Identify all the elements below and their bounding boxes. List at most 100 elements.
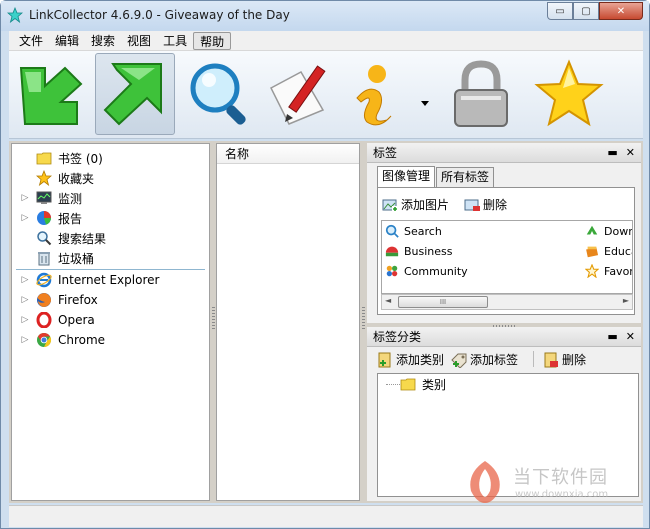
star-icon (36, 170, 52, 186)
menu-edit[interactable]: 编辑 (49, 32, 85, 50)
tag-favorites[interactable]: Favor (585, 264, 633, 278)
pin-icon[interactable]: ▬ (607, 146, 617, 159)
green-down-arrow-button[interactable] (11, 53, 91, 135)
pin-icon[interactable]: ▬ (607, 330, 617, 343)
green-up-arrow-button[interactable] (95, 53, 175, 135)
list-pane: 名称 (216, 143, 360, 501)
tag-label: Search (404, 224, 442, 238)
title-bar[interactable]: LinkCollector 4.6.9.0 - Giveaway of the … (1, 1, 649, 31)
padlock-icon (454, 60, 508, 127)
tree-item-label: Firefox (58, 293, 98, 307)
watermark-logo-icon (470, 461, 500, 503)
toolbar-divider (533, 351, 534, 367)
expand-arrow-icon[interactable]: ▷ (20, 213, 30, 223)
splitter-right[interactable] (362, 307, 365, 331)
green-up-arrow-icon (103, 63, 162, 126)
community-icon (386, 265, 398, 277)
monitor-icon (36, 191, 52, 204)
close-icon[interactable]: ✕ (626, 330, 635, 343)
expand-arrow-icon[interactable]: ▷ (20, 315, 30, 325)
maximize-button[interactable]: ▢ (573, 2, 599, 20)
tag-business[interactable]: Business (385, 244, 453, 258)
close-button[interactable]: ✕ (599, 2, 643, 20)
tree-item-search-results[interactable]: 搜索结果 (12, 228, 207, 248)
magnifier-button[interactable] (179, 53, 259, 135)
menu-search[interactable]: 搜索 (85, 32, 121, 50)
green-down-arrow-icon (19, 66, 83, 125)
delete-image-label: 删除 (483, 198, 508, 212)
delete-category-button[interactable]: 删除 (543, 351, 586, 368)
add-tag-icon (451, 353, 467, 368)
window-title: LinkCollector 4.6.9.0 - Giveaway of the … (29, 8, 290, 22)
splitter-left[interactable] (212, 307, 215, 331)
search-icon (385, 224, 399, 238)
education-icon (586, 246, 599, 258)
scroll-right-arrow-icon[interactable]: ► (623, 296, 629, 305)
new-note-button[interactable] (259, 53, 339, 135)
column-header-name[interactable]: 名称 (217, 144, 359, 164)
delete-image-button[interactable]: 删除 (464, 196, 507, 213)
maximize-icon: ▢ (581, 5, 591, 17)
minimize-button[interactable]: ▭ (547, 2, 573, 20)
menu-view[interactable]: 视图 (121, 32, 157, 50)
menu-tools[interactable]: 工具 (157, 32, 193, 50)
tree-item-reports[interactable]: ▷ 报告 (12, 208, 207, 228)
expand-arrow-icon[interactable]: ▷ (20, 335, 30, 345)
expand-arrow-icon[interactable]: ▷ (20, 295, 30, 305)
tree-item-trash[interactable]: 垃圾桶 (12, 248, 207, 268)
folder-icon (36, 152, 52, 165)
padlock-button[interactable] (441, 53, 521, 135)
tab-image-manager[interactable]: 图像管理 (377, 166, 436, 187)
tree-item-ie[interactable]: ▷ Internet Explorer (12, 270, 207, 290)
tree-item-label: 报告 (58, 211, 83, 226)
watermark-name: 当下软件园 (513, 467, 608, 488)
tag-download[interactable]: Down (585, 224, 632, 238)
add-category-icon (378, 352, 391, 367)
download-icon (586, 225, 598, 235)
menu-file[interactable]: 文件 (13, 32, 49, 50)
tree-item-chrome[interactable]: ▷ Chrome (12, 330, 207, 350)
scroll-left-arrow-icon[interactable]: ◄ (385, 296, 391, 305)
categories-panel-title: 标签分类 (373, 330, 422, 344)
add-category-button[interactable]: 添加类别 (377, 351, 444, 368)
info-icon (356, 65, 429, 126)
tree-item-opera[interactable]: ▷ Opera (12, 310, 207, 330)
delete-category-icon (544, 352, 558, 367)
add-image-button[interactable]: 添加图片 (382, 196, 449, 213)
scroll-thumb[interactable]: III (398, 296, 488, 308)
tree-item-bookmarks[interactable]: 书签 (0) (12, 148, 207, 168)
tag-label: Community (404, 264, 468, 278)
expand-arrow-icon[interactable]: ▷ (20, 193, 30, 203)
categories-panel-header: 标签分类 ▬ ✕ (367, 327, 641, 347)
menu-help[interactable]: 帮助 (193, 31, 232, 50)
close-icon[interactable]: ✕ (626, 146, 635, 159)
tree-item-label: 收藏夹 (58, 171, 95, 186)
star-button[interactable] (529, 53, 609, 135)
tree-item-monitor[interactable]: ▷ 监测 (12, 188, 207, 208)
menu-bar: 文件 编辑 搜索 视图 工具 帮助 (9, 31, 643, 51)
tag-community[interactable]: Community (385, 264, 468, 278)
chrome-icon (37, 332, 52, 348)
firefox-icon (37, 293, 51, 307)
watermark: 当下软件园 www.downxia.com (463, 457, 641, 507)
tag-search[interactable]: Search (385, 224, 442, 238)
horizontal-scrollbar[interactable]: ◄ III ► (381, 294, 633, 310)
tag-education[interactable]: Educa (585, 244, 632, 258)
expand-arrow-icon[interactable]: ▷ (20, 275, 30, 285)
tree-pane: 书签 (0) 收藏夹 ▷ 监测 ▷ 报告 搜索结果 垃圾桶 ▷ Internet… (11, 143, 210, 501)
tags-tab-content: 添加图片 删除 Search Business Community Down E… (377, 187, 635, 315)
ie-icon (36, 272, 52, 288)
status-bar (9, 505, 643, 527)
tree-item-label: 搜索结果 (58, 231, 107, 246)
paper-pencil-icon (270, 65, 326, 125)
tree-item-firefox[interactable]: ▷ Firefox (12, 290, 207, 310)
info-button[interactable] (349, 53, 429, 135)
app-window: LinkCollector 4.6.9.0 - Giveaway of the … (0, 0, 650, 529)
tab-all-tags[interactable]: 所有标签 (436, 167, 495, 187)
tag-label: Favor (604, 264, 633, 278)
tree-item-favorites[interactable]: 收藏夹 (12, 168, 207, 188)
add-tag-label: 添加标签 (470, 353, 519, 367)
tags-panel-header: 标签 ▬ ✕ (367, 143, 641, 163)
add-image-icon (382, 199, 398, 212)
add-tag-button[interactable]: 添加标签 (451, 351, 518, 368)
